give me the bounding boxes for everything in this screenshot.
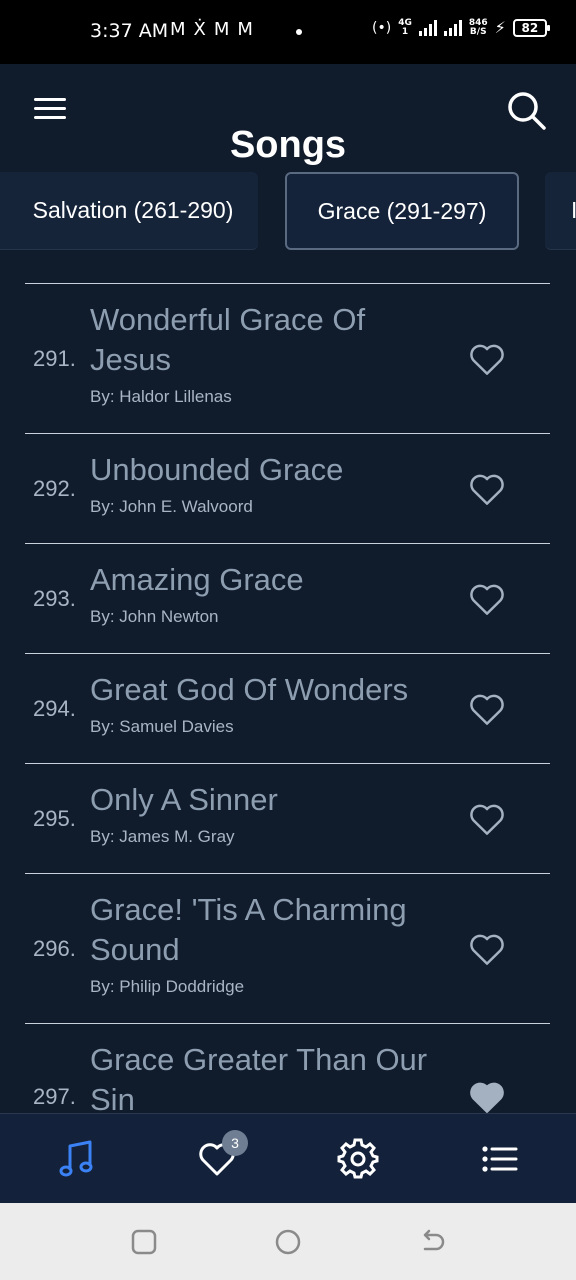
- song-row[interactable]: 292. Unbounded Grace By: John E. Walvoor…: [25, 433, 550, 543]
- song-author: By: John E. Walvoord: [90, 497, 253, 516]
- song-title: Great God Of Wonders: [90, 672, 409, 707]
- song-title: Unbounded Grace: [90, 452, 344, 487]
- more-notifications-dot-icon: [296, 29, 302, 35]
- song-number: 291.: [33, 346, 76, 371]
- song-author: By: James M. Gray: [90, 827, 235, 846]
- notification-icons: M Ẋ M M: [170, 19, 253, 40]
- network-speed: 846 B/S: [468, 17, 488, 37]
- gear-icon: [337, 1138, 379, 1179]
- song-row[interactable]: 297. Grace Greater Than Our Sin: [25, 1023, 550, 1113]
- favorite-heart-icon[interactable]: [468, 342, 506, 376]
- tab-grace[interactable]: Grace (291-297): [285, 172, 519, 250]
- favorites-count-badge: 3: [222, 1130, 248, 1156]
- gmail-notification-icon: M: [170, 19, 186, 40]
- song-number: 297.: [33, 1084, 76, 1109]
- system-navigation-bar: [0, 1203, 576, 1280]
- category-tabs[interactable]: Salvation (261-290) Grace (291-297) I: [0, 170, 576, 254]
- song-row[interactable]: 294. Great God Of Wonders By: Samuel Dav…: [25, 653, 550, 763]
- song-row[interactable]: 291. Wonderful Grace Of Jesus By: Haldor…: [25, 283, 550, 433]
- menu-button[interactable]: [30, 94, 70, 126]
- song-title: Wonderful Grace Of Jesus: [90, 302, 366, 377]
- song-author: By: Haldor Lillenas: [90, 387, 232, 406]
- nav-settings[interactable]: [335, 1136, 381, 1182]
- nav-songs[interactable]: [54, 1136, 100, 1182]
- song-author: By: Philip Doddridge: [90, 977, 245, 996]
- song-author: By: John Newton: [90, 607, 219, 626]
- song-number: 292.: [33, 476, 76, 501]
- favorite-heart-icon[interactable]: [468, 472, 506, 506]
- signal-strength-icon-2: [443, 19, 462, 36]
- gmail-notification-icon: M: [237, 19, 253, 40]
- status-time: 3:37 AM: [90, 20, 169, 42]
- song-title: Only A Sinner: [90, 782, 278, 817]
- gmail-notification-icon: M: [213, 19, 230, 40]
- network-type: 4G 1: [398, 17, 412, 37]
- song-number: 296.: [33, 936, 76, 961]
- song-number: 294.: [33, 696, 76, 721]
- song-author: By: Samuel Davies: [90, 717, 234, 736]
- song-title: Grace Greater Than Our Sin: [90, 1042, 428, 1113]
- recent-apps-icon[interactable]: [129, 1227, 159, 1257]
- song-list[interactable]: 291. Wonderful Grace Of Jesus By: Haldor…: [0, 283, 576, 1113]
- nav-index[interactable]: [476, 1136, 522, 1182]
- favorite-heart-icon[interactable]: [468, 582, 506, 616]
- page-title: Songs: [229, 124, 347, 166]
- song-row[interactable]: 296. Grace! 'Tis A Charming Sound By: Ph…: [25, 873, 550, 1023]
- song-number: 295.: [33, 806, 76, 831]
- battery-icon: 82: [512, 18, 550, 37]
- song-row[interactable]: 295. Only A Sinner By: James M. Gray: [25, 763, 550, 873]
- home-icon[interactable]: [273, 1227, 303, 1257]
- bottom-navigation: 3: [0, 1113, 576, 1203]
- app-notification-icon: Ẋ: [193, 19, 206, 40]
- song-title: Grace! 'Tis A Charming Sound: [90, 892, 407, 967]
- song-title: Amazing Grace: [90, 562, 304, 597]
- hotspot-icon: (•): [372, 19, 392, 36]
- music-note-icon: [59, 1140, 93, 1177]
- song-row[interactable]: 293. Amazing Grace By: John Newton: [25, 543, 550, 653]
- tab-salvation[interactable]: Salvation (261-290): [0, 172, 258, 250]
- favorite-heart-icon[interactable]: [468, 692, 506, 726]
- charging-icon: ⚡: [494, 18, 506, 37]
- tab-next-category[interactable]: I: [545, 172, 576, 250]
- signal-strength-icon: [418, 19, 437, 36]
- back-icon[interactable]: [417, 1227, 447, 1257]
- favorite-heart-icon[interactable]: [468, 802, 506, 836]
- status-bar: 3:37 AM M Ẋ M M (•) 4G 1 846 B/S ⚡ 82: [0, 0, 576, 64]
- favorite-heart-filled-icon[interactable]: [468, 1080, 506, 1113]
- list-icon: [482, 1146, 518, 1172]
- favorite-heart-icon[interactable]: [468, 932, 506, 966]
- song-number: 293.: [33, 586, 76, 611]
